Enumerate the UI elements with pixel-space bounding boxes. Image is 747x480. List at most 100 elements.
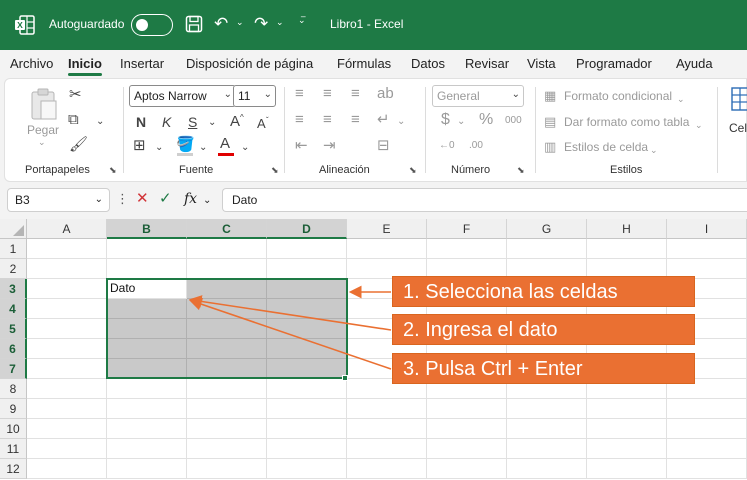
cell[interactable] (667, 439, 747, 459)
column-header-e[interactable]: E (347, 219, 427, 239)
borders-icon[interactable]: ⊞ (133, 137, 146, 155)
cell[interactable] (507, 399, 587, 419)
format-as-table-icon[interactable]: ▤ (544, 113, 556, 131)
cell[interactable] (267, 239, 347, 259)
cell[interactable] (587, 239, 667, 259)
cell[interactable] (107, 419, 187, 439)
font-color-dropdown-icon[interactable]: ⌄ (241, 139, 249, 157)
align-top-icon[interactable]: ≡ (295, 85, 304, 103)
cell[interactable] (107, 399, 187, 419)
tab-revisar[interactable]: Revisar (465, 56, 509, 71)
cell[interactable] (667, 399, 747, 419)
row-header-3[interactable]: 3 (0, 279, 27, 299)
cell[interactable] (667, 419, 747, 439)
insert-function-button[interactable]: fx (184, 190, 197, 208)
decrease-decimal-icon[interactable]: .00 (469, 137, 483, 155)
row-header-9[interactable]: 9 (0, 399, 27, 419)
cells-label[interactable]: Cel (729, 121, 747, 135)
cell[interactable] (427, 419, 507, 439)
format-painter-icon[interactable]: 🖌 (69, 136, 88, 154)
decrease-indent-icon[interactable]: ⇤ (295, 137, 308, 155)
cell[interactable] (667, 459, 747, 479)
fill-color-dropdown-icon[interactable]: ⌄ (199, 139, 207, 157)
shrink-font-button[interactable]: A (257, 115, 266, 133)
fill-color-icon[interactable]: 🪣 (176, 136, 195, 154)
customize-toolbar-icon[interactable]: ⌄̅ (298, 15, 306, 26)
cell[interactable] (107, 319, 187, 339)
column-header-i[interactable]: I (667, 219, 747, 239)
font-color-icon[interactable]: A (220, 135, 230, 153)
cell[interactable] (187, 419, 267, 439)
cell[interactable] (427, 399, 507, 419)
conditional-format-icon[interactable]: ▦ (544, 87, 556, 105)
align-bottom-icon[interactable]: ≡ (351, 85, 360, 103)
cell[interactable] (267, 259, 347, 279)
cell[interactable] (107, 299, 187, 319)
alignment-launcher-icon[interactable]: ⬊ (409, 165, 417, 176)
tab-ayuda[interactable]: Ayuda (676, 56, 713, 71)
column-header-h[interactable]: H (587, 219, 667, 239)
font-name-select[interactable]: Aptos Narrow ⌄ (129, 85, 236, 107)
column-header-b[interactable]: B (107, 219, 187, 239)
undo-dropdown-icon[interactable]: ⌄ (236, 17, 244, 28)
underline-button[interactable]: S (188, 113, 197, 131)
cell[interactable] (27, 239, 107, 259)
fill-handle[interactable] (342, 375, 348, 381)
cell[interactable] (507, 459, 587, 479)
cell[interactable] (107, 459, 187, 479)
cell[interactable] (267, 459, 347, 479)
borders-dropdown-icon[interactable]: ⌄ (155, 139, 163, 157)
cell[interactable] (27, 459, 107, 479)
more-options-icon[interactable]: ⋮ (116, 190, 129, 208)
cell[interactable] (587, 419, 667, 439)
italic-button[interactable]: K (162, 113, 171, 131)
font-size-select[interactable]: 11 ⌄ (233, 85, 276, 107)
cell[interactable] (267, 379, 347, 399)
row-header-11[interactable]: 11 (0, 439, 27, 459)
cell[interactable] (107, 239, 187, 259)
cell[interactable] (27, 279, 107, 299)
cell[interactable] (267, 339, 347, 359)
clipboard-launcher-icon[interactable]: ⬊ (109, 165, 117, 176)
cell[interactable] (187, 459, 267, 479)
cell[interactable] (187, 299, 267, 319)
cell-styles-button[interactable]: Estilos de celda (564, 140, 648, 154)
copy-dropdown-icon[interactable]: ⌄ (96, 113, 104, 131)
tab-disposicion-pagina[interactable]: Disposición de página (186, 56, 313, 71)
cell[interactable] (187, 339, 267, 359)
cell[interactable] (427, 459, 507, 479)
cell[interactable] (507, 239, 587, 259)
conditional-format-button[interactable]: Formato condicional (564, 89, 672, 103)
cell[interactable] (107, 259, 187, 279)
increase-indent-icon[interactable]: ⇥ (323, 137, 336, 155)
column-header-g[interactable]: G (507, 219, 587, 239)
wrap-text-icon[interactable]: ↵ (377, 111, 390, 129)
cell-styles-dropdown-icon[interactable]: ⌄ (650, 141, 658, 159)
paste-dropdown-icon[interactable]: ⌄ (38, 137, 46, 148)
save-icon[interactable] (185, 15, 203, 33)
cell[interactable] (347, 419, 427, 439)
cell[interactable] (187, 239, 267, 259)
cancel-icon[interactable]: ✕ (136, 190, 149, 208)
format-as-table-button[interactable]: Dar formato como tabla (564, 115, 689, 129)
merge-center-icon[interactable]: ⊟ (377, 137, 390, 155)
row-header-10[interactable]: 10 (0, 419, 27, 439)
cell[interactable] (107, 379, 187, 399)
cell[interactable] (27, 259, 107, 279)
cell[interactable] (27, 299, 107, 319)
align-right-icon[interactable]: ≡ (351, 111, 360, 129)
cell[interactable] (27, 399, 107, 419)
cell[interactable] (187, 439, 267, 459)
autosave-toggle[interactable] (131, 14, 173, 36)
cell[interactable] (267, 399, 347, 419)
cells-icon[interactable] (731, 87, 747, 111)
cell[interactable] (107, 339, 187, 359)
merge-dropdown-icon[interactable]: ⌄ (397, 113, 405, 131)
cell[interactable] (427, 439, 507, 459)
cell[interactable] (267, 419, 347, 439)
column-header-c[interactable]: C (187, 219, 267, 239)
cell[interactable] (427, 239, 507, 259)
column-header-f[interactable]: F (427, 219, 507, 239)
tab-insertar[interactable]: Insertar (120, 56, 164, 71)
cell[interactable] (267, 319, 347, 339)
